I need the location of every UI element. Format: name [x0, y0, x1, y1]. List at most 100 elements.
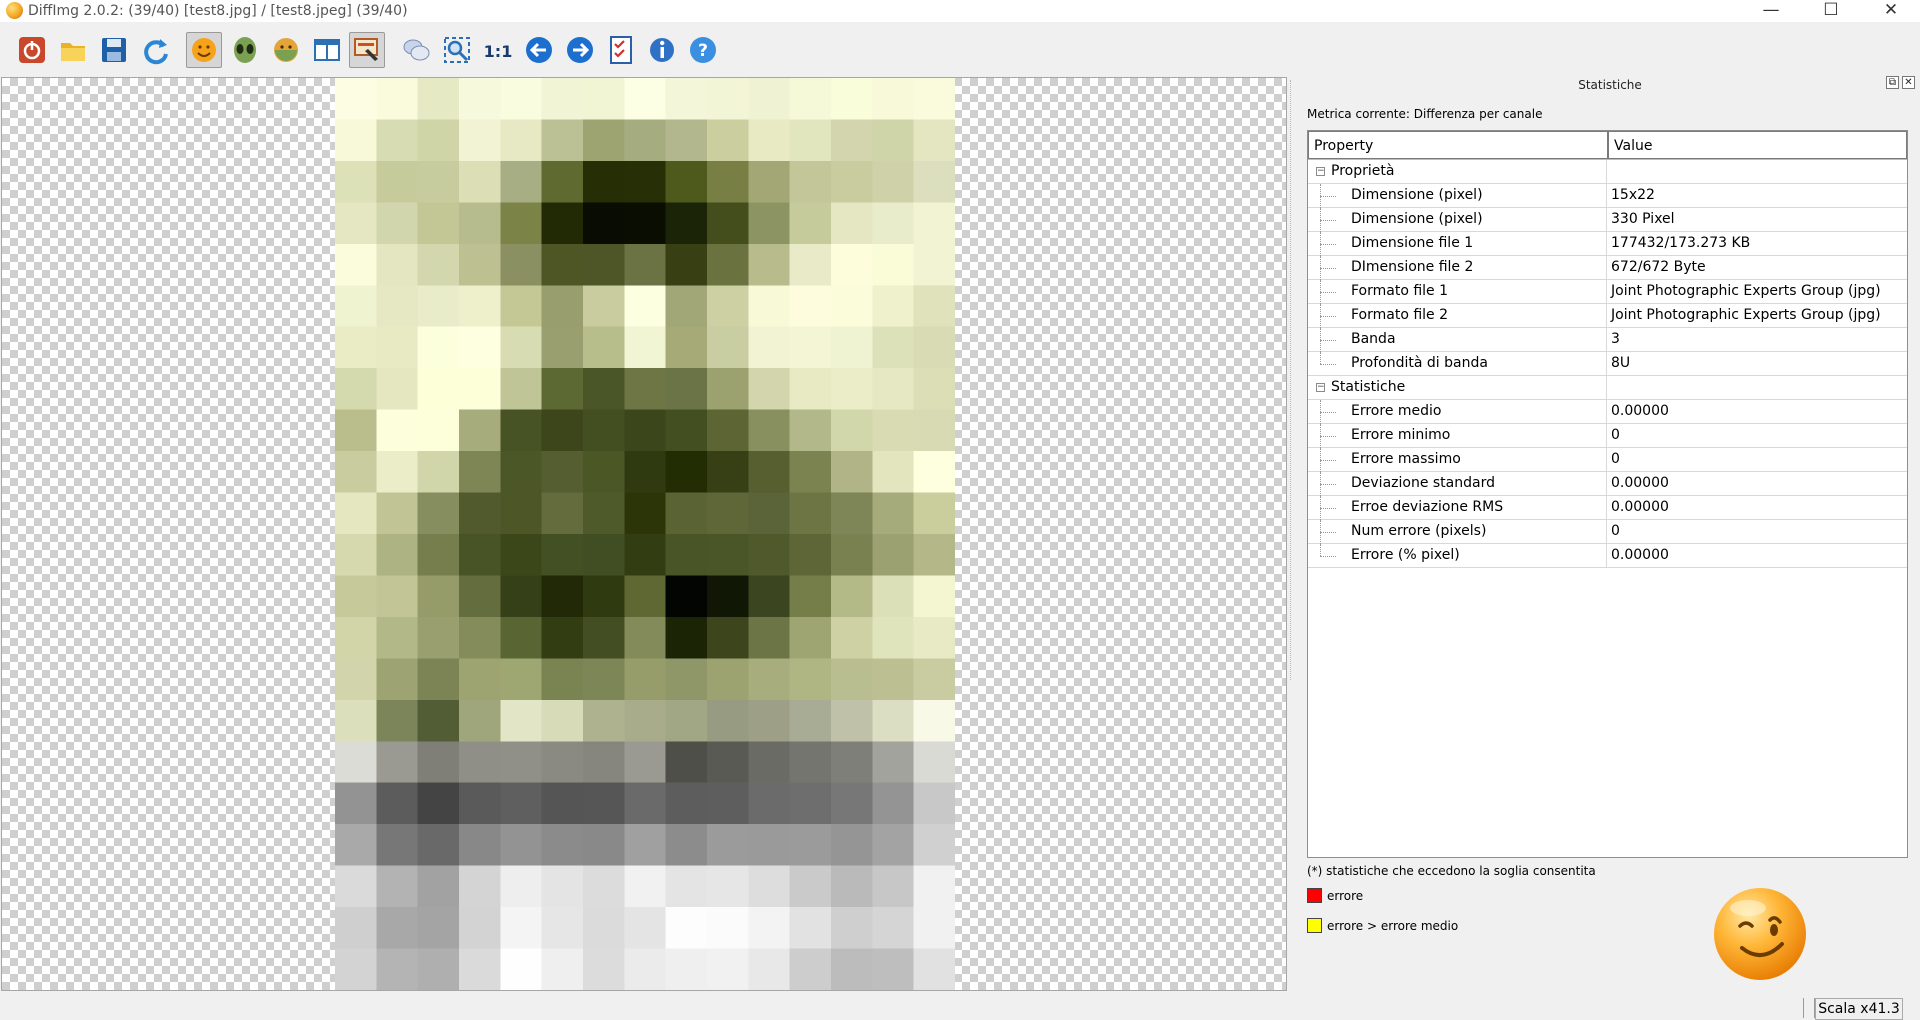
open-folder-button[interactable] [55, 32, 91, 68]
image-pixel [872, 285, 915, 328]
table-row[interactable]: Dimensione (pixel) 15x22 [1308, 184, 1907, 208]
image-pixel [500, 202, 543, 245]
image-pixel [459, 451, 501, 494]
image-pixel [583, 285, 625, 328]
collapse-toggle-icon[interactable]: − [1316, 167, 1325, 176]
image-pixel [624, 202, 667, 245]
svg-text:?: ? [698, 41, 708, 61]
property-value: 0 [1611, 451, 1620, 467]
maximize-button[interactable]: ☐ [1808, 0, 1854, 22]
legend-swatch-above-mean [1307, 918, 1322, 933]
arrow-left-icon [526, 37, 552, 63]
image-pixel [707, 658, 749, 701]
table-row[interactable]: Errore medio 0.00000 [1308, 400, 1907, 424]
image-pixel [707, 285, 749, 328]
image-pixel [831, 948, 873, 990]
zoom-fit-button[interactable] [439, 32, 475, 68]
dock-float-button[interactable]: ⧉ [1886, 76, 1899, 89]
tree-branch-line [1320, 220, 1336, 221]
image-pixel [624, 368, 667, 411]
image-pixel [707, 368, 749, 411]
table-row[interactable]: Profondità di banda 8U [1308, 352, 1907, 376]
image-pixel [541, 948, 584, 990]
dual-panel-button[interactable] [309, 32, 345, 68]
image-pixel [335, 451, 377, 494]
image-pixel [376, 368, 419, 411]
image-pixel [335, 865, 377, 908]
table-row[interactable]: Formato file 1 Joint Photographic Experts… [1308, 280, 1907, 304]
image-pixel [748, 160, 791, 203]
group-value-cell [1607, 160, 1907, 183]
header-property[interactable]: Property [1308, 131, 1608, 159]
property-cell: Erroe deviazione RMS [1308, 496, 1607, 520]
power-button[interactable] [14, 32, 50, 68]
image-pixel [913, 534, 955, 577]
image-pixel [583, 824, 625, 867]
image-pixel [541, 658, 584, 701]
alien-image2-button[interactable] [227, 32, 263, 68]
group-row[interactable]: − Statistiche [1308, 376, 1907, 400]
table-row[interactable]: Formato file 2 Joint Photographic Experts… [1308, 304, 1907, 328]
image-viewer[interactable] [1, 77, 1287, 991]
zoom-1to1-button[interactable]: 1:1 [480, 32, 516, 68]
image-pixel [335, 202, 377, 245]
image-pixel [459, 865, 501, 908]
table-row[interactable]: Banda 3 [1308, 328, 1907, 352]
image-pixel [707, 492, 749, 535]
difference-image-button[interactable] [268, 32, 304, 68]
collapse-toggle-icon[interactable]: − [1316, 383, 1325, 392]
image-pixel [500, 865, 543, 908]
table-row[interactable]: Erroe deviazione RMS 0.00000 [1308, 496, 1907, 520]
help-button[interactable]: ? [685, 32, 721, 68]
image-pixel [665, 326, 708, 369]
arrow-left-button[interactable] [521, 32, 557, 68]
property-name: Dimensione file 1 [1351, 235, 1474, 251]
minimize-button[interactable]: — [1748, 0, 1794, 22]
header-value[interactable]: Value [1608, 131, 1907, 159]
property-table[interactable]: Property Value − Proprietà Dimensione (pix… [1307, 130, 1908, 858]
image-pixel [665, 492, 708, 535]
image-pixel [872, 741, 915, 784]
property-value: 8U [1611, 355, 1631, 371]
save-button[interactable] [96, 32, 132, 68]
image-pixel [583, 78, 625, 121]
table-row[interactable]: Errore (% pixel) 0.00000 [1308, 544, 1907, 568]
table-row[interactable]: Errore massimo 0 [1308, 448, 1907, 472]
image-pixel [789, 78, 832, 121]
smiley-image1-button[interactable] [186, 32, 222, 68]
info-button[interactable] [644, 32, 680, 68]
pixelated-image [335, 78, 955, 990]
image-pixel [789, 451, 832, 494]
power-icon [19, 37, 45, 63]
table-row[interactable]: Deviazione standard 0.00000 [1308, 472, 1907, 496]
image-pixel [665, 202, 708, 245]
group-row[interactable]: − Proprietà [1308, 160, 1907, 184]
image-pixel [541, 616, 584, 659]
splitter-handle[interactable] [1290, 80, 1295, 680]
image-pixel [500, 699, 543, 742]
table-row[interactable]: Errore minimo 0 [1308, 424, 1907, 448]
refresh-button[interactable] [137, 32, 173, 68]
gradient-edit-button[interactable] [349, 32, 385, 68]
image-pixel [459, 948, 501, 990]
close-button[interactable]: ✕ [1868, 0, 1914, 22]
table-row[interactable]: Dimensione (pixel) 330 Pixel [1308, 208, 1907, 232]
image-pixel [335, 160, 377, 203]
tree-branch-line [1320, 364, 1336, 365]
image-pixel [417, 326, 460, 369]
table-row[interactable]: DImensione file 2 672/672 Byte [1308, 256, 1907, 280]
image-pixel [831, 326, 873, 369]
dock-close-button[interactable]: ✕ [1902, 76, 1915, 89]
zoom-1to1-icon: 1:1 [484, 42, 513, 61]
chat-bubbles-button[interactable] [398, 32, 434, 68]
checklist-button[interactable] [603, 32, 639, 68]
image-pixel [541, 409, 584, 452]
table-row[interactable]: Dimensione file 1 177432/173.273 KB [1308, 232, 1907, 256]
image-pixel [872, 534, 915, 577]
arrow-right-button[interactable] [562, 32, 598, 68]
table-row[interactable]: Num errore (pixels) 0 [1308, 520, 1907, 544]
gradient-edit-icon [354, 38, 378, 61]
image-pixel [624, 865, 667, 908]
footnote: (*) statistiche che eccedono la soglia c… [1307, 864, 1596, 878]
image-pixel [417, 160, 460, 203]
